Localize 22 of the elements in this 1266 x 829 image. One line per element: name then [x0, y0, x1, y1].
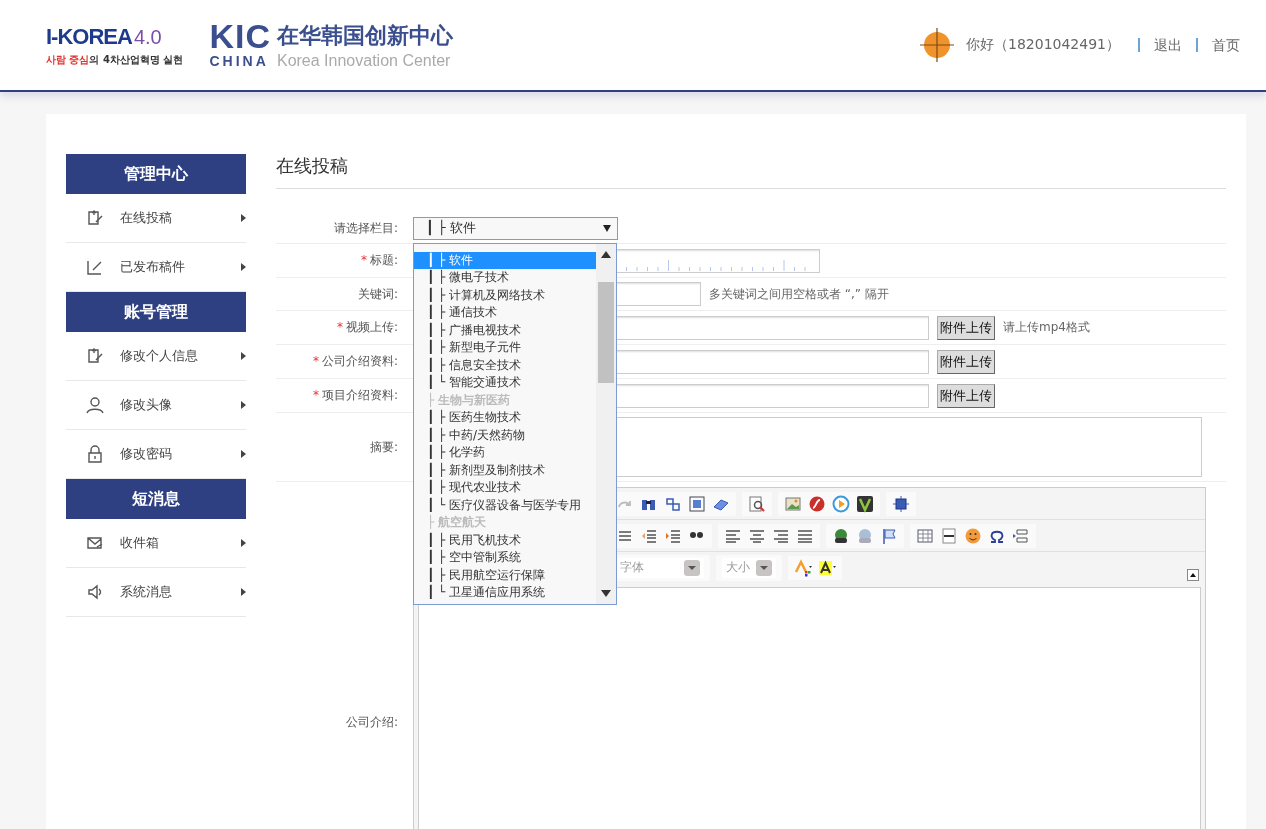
logo-mark: KIC	[209, 20, 271, 52]
logo-english-name: Korea Innovation Center	[276, 52, 452, 70]
field-label: * 标题:	[359, 252, 399, 269]
logo-slogan: 사람 중심의 4차산업혁명 실현	[46, 52, 184, 67]
logo-version: 4.0	[133, 25, 162, 48]
field-label: 请选择栏目:	[332, 219, 399, 237]
logo-name: 在华韩国创新中心	[276, 22, 453, 50]
field-label: * 视频上传:	[335, 319, 399, 336]
sidebar-section-title: 管理中心	[66, 154, 246, 194]
logo-title: I-KOREA	[46, 23, 132, 49]
field-label: 摘要:	[368, 438, 399, 456]
page-title: 在线投稿	[276, 154, 1226, 189]
hint-text: 多关键词之间用空格或者 “,” 隔开	[709, 285, 889, 303]
sidebar-section-title: 短消息	[66, 479, 246, 519]
field-label: 关键词:	[356, 285, 399, 303]
field-label: * 公司介绍资料:	[311, 353, 399, 370]
user-greeting: 你好（18201042491）	[966, 36, 1120, 54]
field-label: 公司介绍:	[344, 714, 399, 731]
field-label: * 项目介绍资料:	[311, 387, 399, 404]
logo-subtitle: CHINA	[209, 53, 270, 69]
hint-text: 请上传mp4格式	[1003, 319, 1090, 336]
sidebar-section-title: 账号管理	[66, 292, 246, 332]
